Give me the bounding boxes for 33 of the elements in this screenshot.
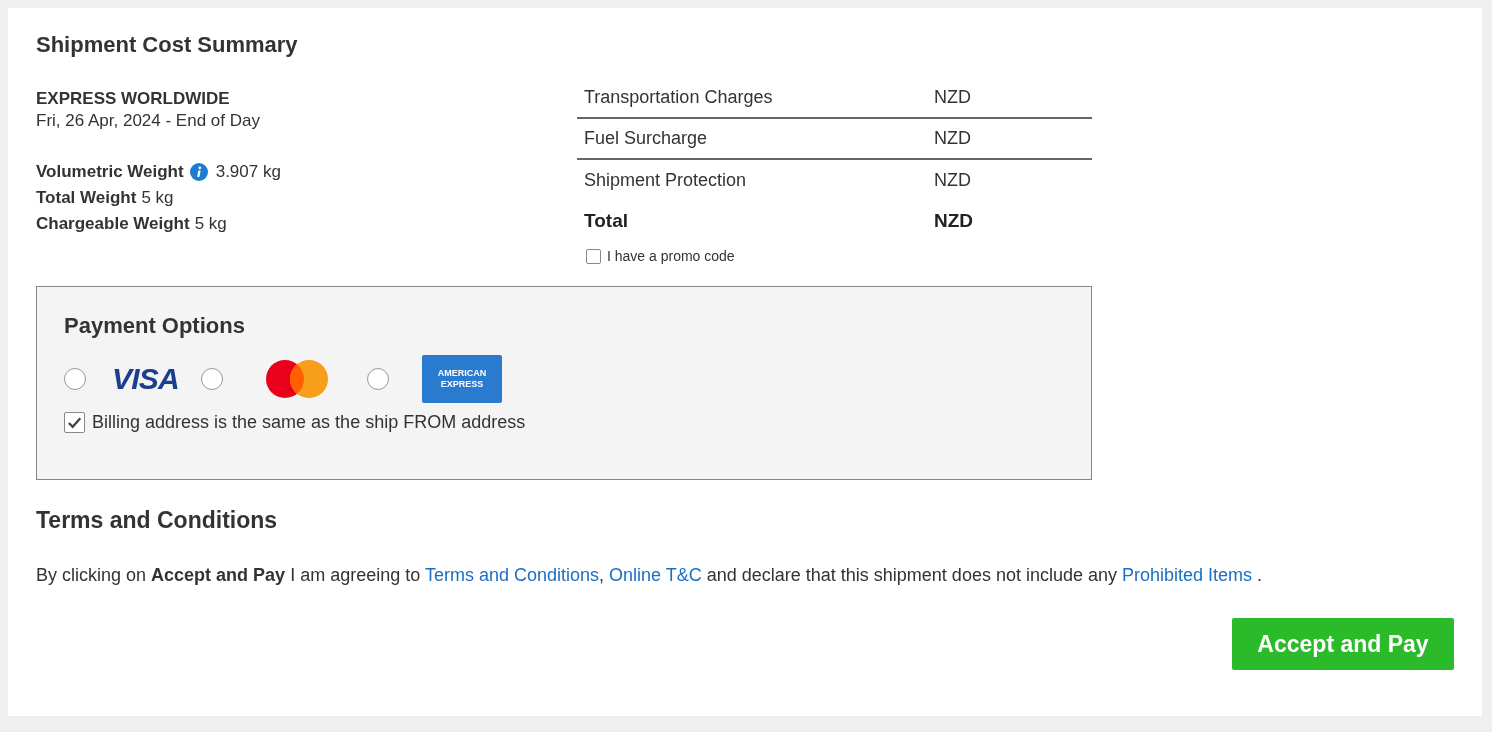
terms-text: By clicking on Accept and Pay I am agreeing to Terms and Conditions, Online T&C and declare that this shipment does not include any Prohibited Items .	[36, 564, 1263, 587]
radio-button[interactable]	[64, 368, 86, 390]
total-currency: NZD	[934, 209, 974, 234]
page-title: Shipment Cost Summary	[36, 34, 298, 56]
terms-link[interactable]: Prohibited Items	[1122, 565, 1253, 585]
charge-label: Fuel Surcharge	[583, 127, 709, 150]
terms-link[interactable]: Terms and Conditions	[424, 565, 599, 585]
weight-value: 3.907 kg	[215, 161, 281, 183]
delivery-date: Fri, 26 Apr, 2024 - End of Day	[36, 110, 260, 132]
mastercard-logo	[265, 359, 330, 399]
weight-label: Total Weight	[36, 187, 137, 209]
charge-currency: NZD	[934, 86, 971, 109]
billing-checkbox[interactable]	[64, 412, 85, 433]
radio-button[interactable]	[367, 368, 390, 390]
total-label: Total	[583, 209, 629, 234]
promo-label: I have a promo code	[607, 247, 735, 266]
charge-currency: NZD	[934, 169, 971, 192]
promo-checkbox[interactable]	[586, 249, 601, 264]
billing-label: Billing address is the same as the ship FROM address	[92, 411, 526, 434]
terms-link[interactable]: Online T&C	[609, 565, 702, 585]
service-name: EXPRESS WORLDWIDE	[36, 89, 230, 109]
charge-currency: NZD	[934, 127, 971, 150]
payment-title: Payment Options	[64, 315, 245, 337]
terms-title: Terms and Conditions	[36, 509, 278, 532]
weight-label: Chargeable Weight	[36, 213, 190, 235]
visa-logo: VISA	[111, 364, 181, 394]
charge-label: Transportation Charges	[583, 86, 774, 109]
amex-logo: AMERICAN EXPRESS	[422, 355, 503, 403]
charge-label: Shipment Protection	[583, 169, 748, 192]
weight-value: 5 kg	[194, 213, 227, 235]
weight-label: Volumetric Weight	[36, 161, 184, 183]
weight-value: 5 kg	[141, 187, 174, 209]
radio-button[interactable]	[201, 368, 224, 390]
